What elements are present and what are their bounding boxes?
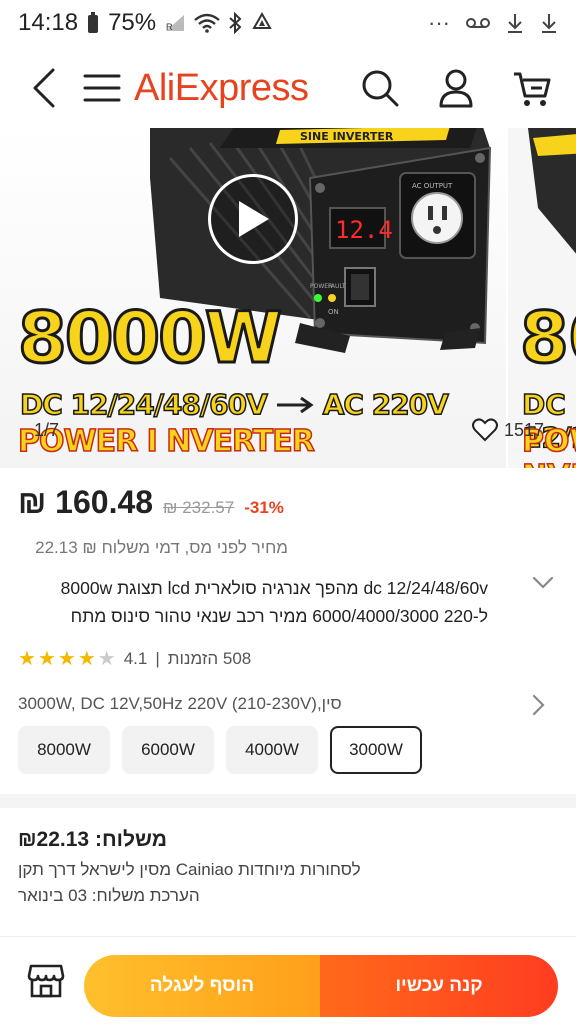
buy-now-button[interactable]: קנה עכשיו	[320, 955, 558, 1017]
rating-separator: |	[155, 648, 160, 668]
product-gallery[interactable]: SINE INVERTER 12.4 AC OUTPUT POWER FAULT…	[0, 128, 576, 468]
product-title-line-1: dc 12/24/48/60v מהפך אנרגיה סולארית lcd …	[60, 578, 488, 598]
discount-badge: -31%	[244, 498, 284, 517]
product-title-line-2: ל-220 6000/4000/3000 ממיר רכב שנאי טהור …	[70, 606, 488, 626]
selected-variant-summary[interactable]: 3000W, DC 12V,50Hz 220V (210-230V),סין	[18, 694, 538, 714]
svg-text:R: R	[166, 22, 173, 32]
status-bar: 14:18 75% R ···	[0, 0, 576, 46]
menu-button[interactable]	[76, 62, 128, 114]
app-header: AliExpress	[0, 50, 576, 126]
chevron-down-icon	[532, 576, 554, 589]
heart-icon	[472, 418, 498, 442]
power-inverter-banner: POWER I NVERTER	[17, 423, 315, 460]
wishlist-button[interactable]: 1517	[472, 418, 544, 442]
output-label: AC OUTPUT	[412, 182, 453, 190]
star-icon: ★	[77, 648, 96, 670]
variant-options: 8000W 6000W 4000W 3000W	[18, 726, 422, 774]
variant-option-8000w[interactable]: 8000W	[18, 726, 110, 774]
rating-row[interactable]: ★ ★ ★ ★ ★ 4.1 | 508 הזמנות	[18, 646, 251, 671]
more-dots-icon: ···	[428, 10, 450, 35]
star-icon: ★	[18, 648, 36, 670]
play-icon	[239, 201, 269, 237]
star-icon: ★	[37, 648, 56, 670]
bottom-action-bar: הוסף לעגלה קנה עכשיו	[0, 936, 576, 1024]
gallery-slide-next[interactable]: 8000W DC 12/24/48/60V POWER I NVERTER	[508, 128, 576, 468]
recycle-icon	[252, 12, 272, 29]
search-button[interactable]	[354, 62, 406, 114]
expand-title-button[interactable]	[532, 576, 554, 595]
status-time: 14:18	[18, 9, 79, 36]
aliexpress-logo[interactable]: AliExpress	[134, 67, 309, 110]
store-icon	[27, 964, 65, 997]
variant-details-button[interactable]	[532, 694, 546, 721]
variant-option-3000w[interactable]: 3000W	[330, 726, 422, 774]
add-to-cart-button[interactable]: הוסף לעגלה	[84, 955, 320, 1017]
download-icon	[508, 14, 522, 33]
wifi-icon	[194, 13, 220, 33]
shipping-method: לסחורות מיוחדות Cainiao מסין לישראל דרך …	[18, 860, 361, 879]
conversion-line: DC 12/24/48/60V AC 220V	[19, 387, 450, 422]
chevron-right-icon	[532, 694, 545, 716]
download-icon-2	[542, 14, 556, 33]
star-empty-icon: ★	[97, 648, 116, 670]
gallery-slide-current[interactable]: SINE INVERTER 12.4 AC OUTPUT POWER FAULT…	[0, 128, 506, 468]
display-reading: 12.4	[335, 216, 393, 244]
bluetooth-icon	[229, 12, 242, 34]
shipping-estimate: הערכת משלוח: 03 בינואר	[18, 886, 200, 905]
image-counter: 1/7	[34, 420, 60, 440]
purchase-buttons: הוסף לעגלה קנה עכשיו	[84, 955, 558, 1017]
battery-icon	[88, 12, 99, 33]
battery-percent: 75%	[108, 9, 157, 36]
on-label: ON	[328, 308, 339, 316]
header-actions	[354, 62, 558, 114]
conversion-to: AC 220V	[322, 387, 450, 422]
account-button[interactable]	[430, 62, 482, 114]
headline-wattage: 8000W	[16, 297, 283, 379]
voicemail-icon	[466, 18, 490, 28]
back-icon	[33, 68, 55, 108]
price-row: ₪ 160.48 ₪ 232.57 -31%	[18, 484, 284, 521]
cart-icon	[514, 72, 551, 106]
fault-label: FAULT	[328, 283, 346, 290]
status-left: 14:18 75% R	[18, 9, 274, 37]
wishlist-count: 1517	[504, 419, 545, 440]
section-divider	[0, 794, 576, 808]
tax-shipping-note: מחיר לפני מס, דמי משלוח ₪ 22.13	[35, 538, 288, 557]
status-right: ···	[428, 10, 558, 36]
store-button[interactable]	[18, 953, 74, 1009]
conversion-from: DC 12/24/48/60V	[19, 387, 268, 422]
product-title[interactable]: dc 12/24/48/60v מהפך אנרגיה סולארית lcd …	[18, 574, 488, 630]
play-video-button[interactable]	[208, 174, 298, 264]
orders-count: 508 הזמנות	[167, 648, 252, 668]
current-price: ₪ 160.48	[18, 484, 154, 520]
menu-icon	[83, 74, 121, 102]
back-button[interactable]	[18, 62, 70, 114]
shipping-title: משלוח: ₪22.13	[18, 828, 167, 851]
star-icon: ★	[57, 648, 76, 670]
next-slide-wattage: 8000W	[518, 297, 576, 379]
star-rating: ★ ★ ★ ★ ★	[18, 646, 116, 671]
cart-button[interactable]	[506, 62, 558, 114]
original-price: ₪ 232.57	[163, 498, 235, 517]
search-icon	[362, 70, 399, 107]
variant-option-4000w[interactable]: 4000W	[226, 726, 318, 774]
variant-option-6000w[interactable]: 6000W	[122, 726, 214, 774]
account-icon	[439, 69, 473, 108]
next-inverter-image	[528, 128, 576, 254]
arrow-right-icon	[276, 396, 314, 413]
rating-score: 4.1	[123, 648, 148, 668]
inverter-top-label: SINE INVERTER	[300, 130, 394, 143]
signal-icon: R	[166, 15, 185, 32]
